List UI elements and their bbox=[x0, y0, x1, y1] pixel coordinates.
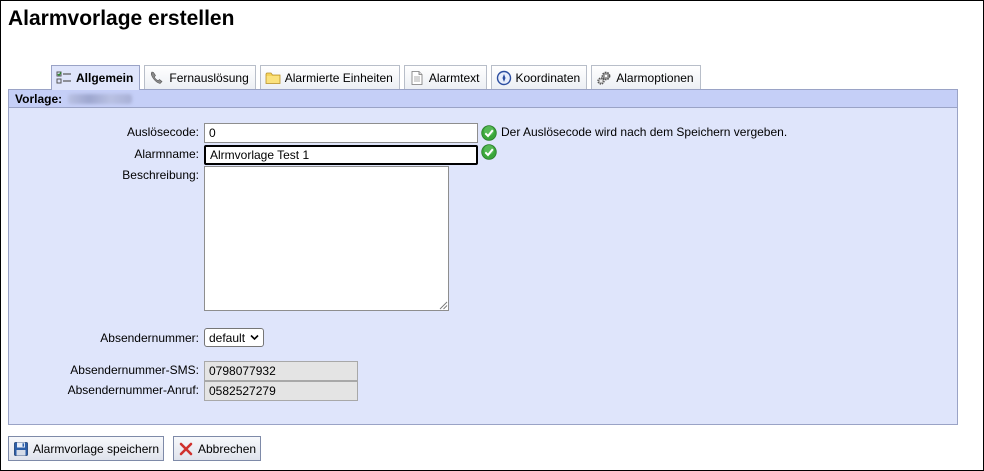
sender-number-select[interactable]: default bbox=[204, 328, 265, 347]
trigger-code-label: Auslösecode: bbox=[126, 125, 199, 139]
tab-label: Fernauslösung bbox=[169, 70, 249, 85]
tab-label: Koordinaten bbox=[515, 70, 581, 85]
description-label: Beschreibung: bbox=[122, 168, 199, 182]
floppy-disk-icon bbox=[13, 441, 29, 457]
cancel-label: Abbrechen bbox=[198, 441, 257, 456]
close-icon bbox=[178, 441, 194, 457]
resize-grip-icon[interactable] bbox=[439, 301, 448, 310]
cancel-button[interactable]: Abbrechen bbox=[173, 436, 262, 461]
sender-number-value: default bbox=[209, 330, 246, 345]
template-name-redacted bbox=[68, 93, 133, 104]
panel-header: Vorlage: bbox=[9, 90, 957, 108]
sender-number-label: Absendernummer: bbox=[100, 331, 199, 345]
template-label: Vorlage: bbox=[15, 91, 63, 106]
tab-alarmtext[interactable]: Alarmtext bbox=[403, 65, 487, 89]
tab-bar: Allgemein Fernauslösung Alarmierte Einhe… bbox=[51, 65, 701, 90]
tab-alarmierte-einheiten[interactable]: Alarmierte Einheiten bbox=[259, 65, 400, 89]
tab-allgemein[interactable]: Allgemein bbox=[51, 65, 141, 90]
trigger-code-input[interactable] bbox=[204, 123, 478, 143]
sender-sms-label: Absendernummer-SMS: bbox=[70, 363, 199, 377]
check-ok-icon bbox=[481, 144, 497, 160]
description-wrapper bbox=[204, 166, 449, 311]
tab-alarmoptionen[interactable]: Alarmoptionen bbox=[591, 65, 701, 89]
check-ok-icon bbox=[481, 125, 497, 141]
sender-call-label: Absendernummer-Anruf: bbox=[67, 383, 199, 397]
tab-koordinaten[interactable]: Koordinaten bbox=[490, 65, 588, 89]
tab-label: Alarmierte Einheiten bbox=[284, 70, 393, 85]
save-template-label: Alarmvorlage speichern bbox=[33, 441, 160, 456]
folder-icon bbox=[265, 70, 281, 86]
sender-sms-input bbox=[204, 361, 358, 381]
chevron-down-icon bbox=[250, 334, 259, 341]
save-template-button[interactable]: Alarmvorlage speichern bbox=[8, 436, 165, 461]
page: Alarmvorlage erstellen Allgemein Fernaus… bbox=[0, 0, 984, 471]
description-textarea[interactable] bbox=[204, 166, 449, 311]
form-panel: Vorlage: Auslösecode: Der Auslösecode wi… bbox=[8, 89, 958, 425]
phone-icon bbox=[149, 70, 165, 86]
document-icon bbox=[409, 70, 425, 86]
tab-label: Allgemein bbox=[76, 71, 134, 85]
tab-fernausloesung[interactable]: Fernauslösung bbox=[144, 65, 256, 89]
tab-label: Alarmtext bbox=[428, 70, 480, 85]
page-title: Alarmvorlage erstellen bbox=[8, 7, 235, 30]
gears-icon bbox=[596, 70, 612, 86]
trigger-code-hint: Der Auslösecode wird nach dem Speichern … bbox=[501, 125, 788, 139]
checklist-icon bbox=[56, 70, 72, 86]
alarm-name-label: Alarmname: bbox=[134, 147, 199, 161]
tab-label: Alarmoptionen bbox=[616, 70, 694, 85]
alarm-name-input[interactable] bbox=[204, 145, 478, 165]
compass-icon bbox=[496, 70, 512, 86]
sender-call-input bbox=[204, 381, 358, 401]
